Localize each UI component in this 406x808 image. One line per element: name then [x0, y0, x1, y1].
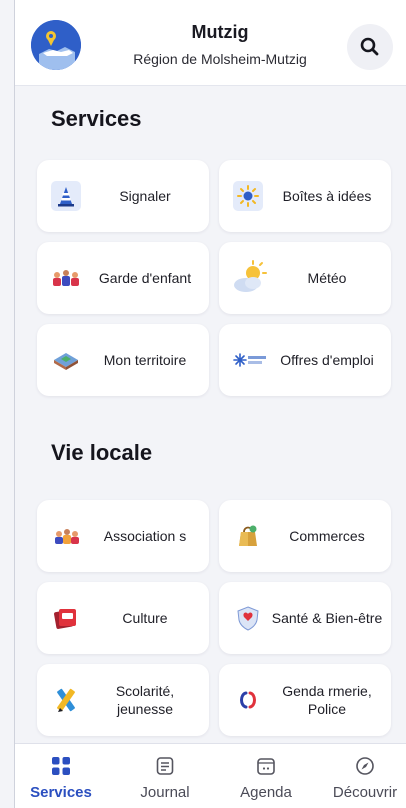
- nav-tab-journal[interactable]: Journal: [115, 744, 215, 808]
- service-label: Mon territoire: [103, 352, 187, 368]
- grid-icon: [51, 756, 71, 776]
- service-card-offres-emploi[interactable]: Offres d'emploi: [219, 324, 391, 396]
- vie-locale-label: Commerces: [289, 528, 365, 544]
- region-name: Région de Molsheim-Mutzig: [133, 51, 307, 67]
- vie-locale-card-associations[interactable]: Association s: [37, 500, 209, 572]
- weather-icon: [229, 258, 269, 298]
- vie-locale-card-sante[interactable]: Santé & Bien-être: [219, 582, 391, 654]
- compass-icon: [355, 756, 375, 776]
- app-header: Mutzig Région de Molsheim-Mutzig: [15, 0, 406, 86]
- service-card-meteo[interactable]: Météo: [219, 242, 391, 314]
- vie-locale-card-culture[interactable]: Culture: [37, 582, 209, 654]
- service-label: Offres d'emploi: [280, 352, 374, 368]
- territory-icon: [51, 345, 81, 375]
- service-card-boites-a-idees[interactable]: Boîtes à idées: [219, 160, 391, 232]
- vie-locale-card-commerces[interactable]: Commerces: [219, 500, 391, 572]
- app-screen: Mutzig Région de Molsheim-Mutzig Service…: [14, 0, 406, 808]
- town-logo-icon[interactable]: [31, 20, 81, 70]
- service-label: Signaler: [119, 188, 171, 204]
- service-label: Météo: [307, 270, 347, 286]
- town-name: Mutzig: [191, 22, 249, 42]
- bottom-navigation: Services Journal Agenda Découvrir: [15, 743, 406, 808]
- police-icon: [233, 685, 263, 715]
- vie-locale-label: Genda rmerie, Police: [282, 683, 372, 717]
- vie-locale-label: Santé & Bien-être: [271, 610, 383, 626]
- nav-tab-agenda[interactable]: Agenda: [216, 744, 316, 808]
- service-label: Boîtes à idées: [282, 188, 372, 204]
- nav-tab-services[interactable]: Services: [11, 744, 111, 808]
- health-shield-icon: [233, 603, 263, 633]
- nav-tab-label: Découvrir: [332, 784, 398, 801]
- journal-icon: [155, 756, 175, 776]
- vie-locale-label: Culture: [122, 610, 168, 626]
- service-card-mon-territoire[interactable]: Mon territoire: [37, 324, 209, 396]
- vie-locale-section-title: Vie locale: [51, 440, 153, 465]
- people-icon: [51, 521, 81, 551]
- vie-locale-card-gendarmerie[interactable]: Genda rmerie, Police: [219, 664, 391, 736]
- vie-locale-label: Scolarité, jeunesse: [115, 683, 175, 717]
- vie-locale-card-scolarite[interactable]: Scolarité, jeunesse: [37, 664, 209, 736]
- children-icon: [51, 263, 81, 293]
- lightbulb-icon: [233, 181, 263, 211]
- service-card-signaler[interactable]: Signaler: [37, 160, 209, 232]
- shopping-bag-icon: [233, 521, 263, 551]
- search-button[interactable]: [347, 24, 393, 70]
- service-label: Garde d'enfant: [98, 270, 192, 286]
- services-section-title: Services: [51, 106, 142, 131]
- vie-locale-label: Association s: [103, 528, 187, 544]
- nav-tab-label: Agenda: [240, 784, 292, 801]
- nav-tab-label: Journal: [140, 784, 190, 801]
- service-card-garde-enfant[interactable]: Garde d'enfant: [37, 242, 209, 314]
- calendar-icon: [256, 756, 276, 776]
- jobs-logo-icon: [233, 345, 269, 375]
- cone-icon: [51, 181, 81, 211]
- nav-tab-label: Services: [30, 784, 92, 801]
- search-icon: [360, 37, 379, 56]
- culture-icon: [51, 603, 81, 633]
- pencil-icon: [51, 685, 81, 715]
- nav-tab-decouvrir[interactable]: Découvrir: [315, 744, 406, 808]
